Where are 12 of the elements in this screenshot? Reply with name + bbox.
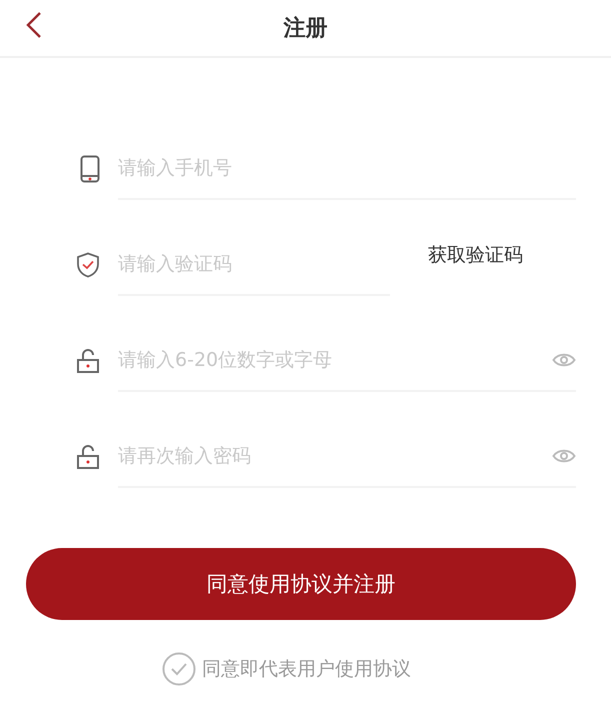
checkbox-icon[interactable] bbox=[162, 652, 196, 686]
get-code-button[interactable]: 获取验证码 bbox=[428, 242, 523, 268]
eye-icon[interactable] bbox=[552, 352, 576, 368]
agreement-text: 同意即代表用户使用协议 bbox=[202, 657, 411, 682]
page-title: 注册 bbox=[284, 15, 328, 43]
lock-icon bbox=[76, 349, 100, 373]
shield-icon bbox=[76, 252, 100, 278]
lock-icon bbox=[76, 445, 100, 469]
back-icon[interactable] bbox=[26, 11, 42, 39]
eye-icon[interactable] bbox=[552, 448, 576, 464]
register-button[interactable]: 同意使用协议并注册 bbox=[26, 548, 576, 620]
phone-icon bbox=[80, 155, 100, 183]
